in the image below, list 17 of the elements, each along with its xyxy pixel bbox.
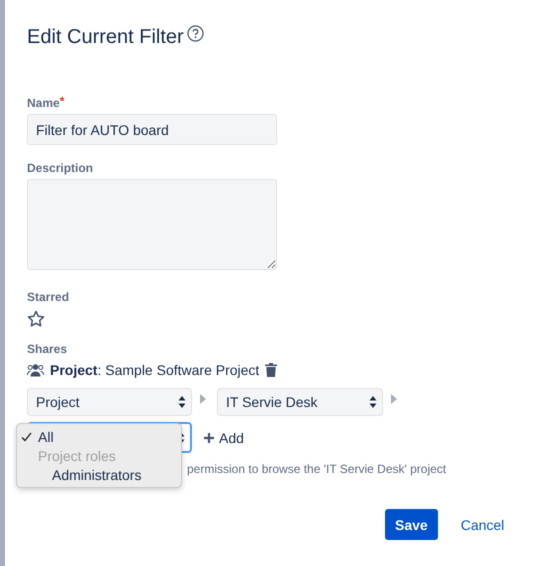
name-field[interactable]: Filter for AUTO board [27, 114, 277, 145]
field-label: Name [27, 96, 60, 110]
hint-text: permission to browse the 'IT Servie Desk' project [187, 462, 448, 476]
add-button[interactable]: Add [204, 430, 244, 446]
dialog-title: Edit Current Filter [27, 25, 184, 50]
share-entry: Project: Sample Software Project [50, 362, 260, 378]
menu-group-label: Project roles [37, 446, 117, 465]
menu-item[interactable]: Administrators [17, 465, 181, 484]
select-field[interactable]: IT Servie Desk [217, 388, 383, 416]
field-label: Description [27, 161, 94, 175]
field-label: Shares [27, 342, 68, 356]
menu-item[interactable]: All [17, 427, 181, 446]
required-mark: * [60, 96, 64, 110]
select-field[interactable]: Project [27, 388, 192, 416]
cancel-link[interactable]: Cancel [448, 516, 518, 532]
save-button[interactable]: Save [385, 509, 438, 540]
field-label: Starred [27, 290, 70, 304]
